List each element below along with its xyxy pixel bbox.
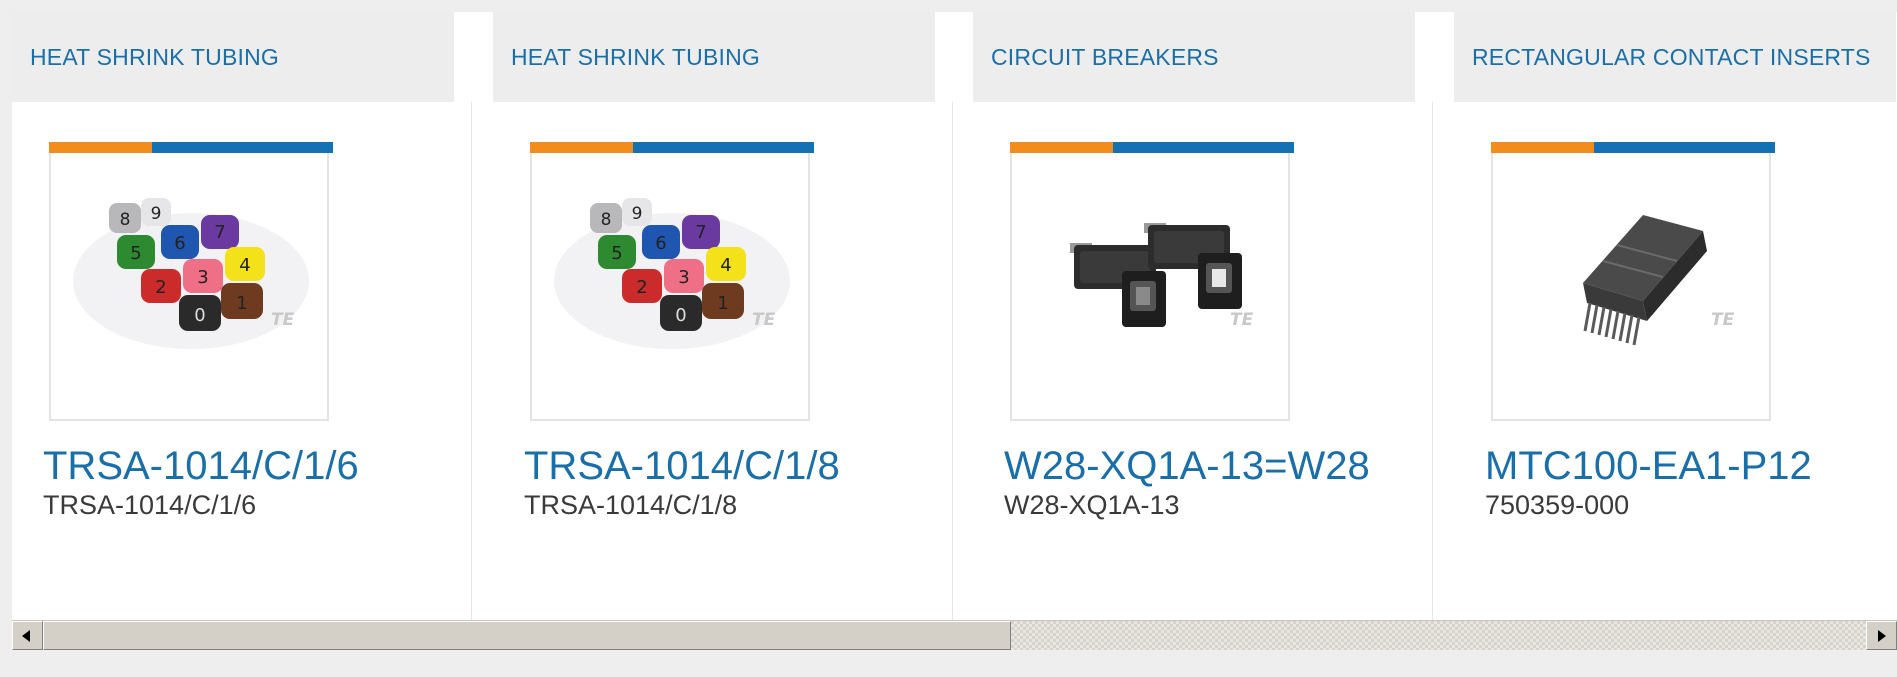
card-category-header[interactable]: HEAT SHRINK TUBING	[12, 12, 454, 102]
card-divider	[952, 102, 953, 620]
svg-text:0: 0	[675, 305, 686, 326]
card-category: CIRCUIT BREAKERS	[991, 44, 1219, 70]
svg-text:0: 0	[194, 305, 205, 326]
svg-text:3: 3	[678, 267, 689, 288]
svg-text:9: 9	[632, 204, 643, 224]
card-category-header[interactable]: RECTANGULAR CONTACT INSERTS	[1454, 12, 1896, 102]
part-subtitle: TRSA-1014/C/1/6	[43, 490, 257, 520]
accent-bar-blue	[633, 142, 814, 153]
te-watermark: TE	[1711, 310, 1735, 330]
svg-text:7: 7	[695, 222, 706, 243]
svg-text:6: 6	[174, 233, 185, 254]
product-thumbnail[interactable]: TE	[1010, 142, 1294, 421]
card-category: HEAT SHRINK TUBING	[511, 44, 760, 70]
svg-text:4: 4	[239, 255, 250, 276]
card-category: RECTANGULAR CONTACT INSERTS	[1472, 44, 1871, 70]
svg-text:5: 5	[130, 243, 141, 264]
te-watermark: TE	[1230, 310, 1254, 330]
card-category: HEAT SHRINK TUBING	[30, 44, 279, 70]
part-number-link[interactable]: W28-XQ1A-13=W28	[1004, 444, 1370, 489]
card-divider	[471, 102, 472, 620]
scroll-left-button[interactable]	[12, 621, 43, 650]
contact-insert-image: TE	[1583, 215, 1735, 346]
svg-text:5: 5	[611, 243, 622, 264]
product-thumbnail[interactable]: 8 9 7 6 5 4 3 2 1 0 TE	[49, 142, 333, 421]
part-number-link[interactable]: TRSA-1014/C/1/6	[43, 444, 359, 489]
svg-text:7: 7	[214, 222, 225, 243]
accent-bar-orange	[49, 142, 152, 153]
te-watermark: TE	[752, 310, 776, 330]
product-card: HEAT SHRINK TUBING 8 9 7 6 5 4 3 2 1 0 T…	[12, 12, 472, 620]
svg-text:3: 3	[197, 267, 208, 288]
product-card: CIRCUIT BREAKERS TE W28-XQ1A-13=W28 W28-…	[973, 12, 1433, 620]
card-category-header[interactable]: CIRCUIT BREAKERS	[973, 12, 1415, 102]
circuit-breakers-image: TE	[1070, 223, 1254, 330]
accent-bar-blue	[1594, 142, 1775, 153]
product-carousel: HEAT SHRINK TUBING 8 9 7 6 5 4 3 2 1 0 T…	[12, 12, 1897, 620]
accent-bar-blue	[152, 142, 333, 153]
svg-text:2: 2	[155, 277, 166, 298]
svg-text:6: 6	[655, 233, 666, 254]
horizontal-scrollbar[interactable]	[12, 620, 1897, 650]
heat-shrink-markers-image: 8 9 7 6 5 4 3 2 1 0 TE	[73, 198, 309, 349]
product-card: RECTANGULAR CONTACT INSERTS TE MTC100-EA…	[1454, 12, 1896, 620]
card-category-header[interactable]: HEAT SHRINK TUBING	[493, 12, 935, 102]
accent-bar-blue	[1113, 142, 1294, 153]
product-cards: HEAT SHRINK TUBING 8 9 7 6 5 4 3 2 1 0 T…	[12, 12, 1897, 620]
svg-text:4: 4	[720, 255, 731, 276]
accent-bar-orange	[1491, 142, 1594, 153]
part-subtitle: TRSA-1014/C/1/8	[524, 490, 738, 520]
heat-shrink-markers-image: 8 9 7 6 5 4 3 2 1 0 TE	[554, 198, 790, 349]
svg-text:8: 8	[120, 210, 131, 230]
scrollbar-thumb[interactable]	[43, 621, 1011, 650]
svg-text:8: 8	[601, 210, 612, 230]
part-subtitle: W28-XQ1A-13	[1004, 490, 1180, 520]
part-number-link[interactable]: MTC100-EA1-P12	[1485, 444, 1812, 489]
svg-text:1: 1	[236, 293, 247, 314]
part-subtitle: 750359-000	[1485, 490, 1630, 520]
part-number-link[interactable]: TRSA-1014/C/1/8	[524, 444, 840, 489]
svg-text:9: 9	[151, 204, 162, 224]
arrow-left-icon	[22, 630, 30, 642]
product-card: HEAT SHRINK TUBING 8 9 7 6 5 4 3 2 1 0 T…	[493, 12, 953, 620]
product-thumbnail[interactable]: 8 9 7 6 5 4 3 2 1 0 TE	[530, 142, 814, 421]
product-thumbnail[interactable]: TE	[1491, 142, 1775, 421]
card-divider	[1432, 102, 1433, 620]
arrow-right-icon	[1878, 630, 1886, 642]
te-watermark: TE	[271, 310, 295, 330]
accent-bar-orange	[1010, 142, 1113, 153]
svg-text:2: 2	[636, 277, 647, 298]
svg-text:1: 1	[717, 293, 728, 314]
accent-bar-orange	[530, 142, 633, 153]
scroll-right-button[interactable]	[1866, 621, 1897, 650]
